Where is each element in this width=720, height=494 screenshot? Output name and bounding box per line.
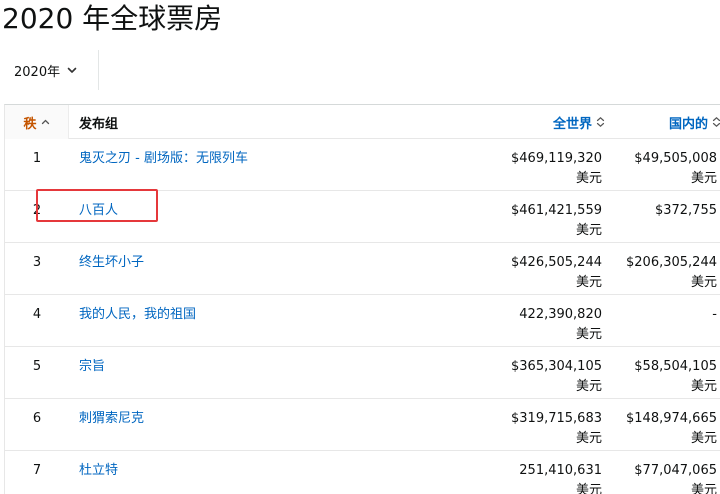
- domestic-column-header[interactable]: 国内的: [609, 105, 720, 139]
- currency-unit: 美元: [690, 379, 717, 394]
- year-dropdown-label: 2020年: [14, 64, 61, 80]
- table-row: 6 刺猬索尼克 $319,715,683 美元 $148,974,665 美元: [5, 399, 720, 451]
- release-title-link[interactable]: 杜立特: [79, 461, 118, 481]
- currency-unit: 美元: [575, 171, 602, 186]
- rank-cell: 2: [32, 203, 42, 218]
- worldwide-gross: $426,505,244: [511, 255, 602, 270]
- table-row: 7 杜立特 251,410,631 美元 $77,047,065 美元: [5, 451, 720, 494]
- box-office-table: 秩 发布组 全世界 国内的 1 鬼灭之刃 - 剧场版：无限列车 $469,119…: [4, 104, 720, 494]
- release-title-link[interactable]: 八百人: [79, 201, 118, 221]
- currency-unit: 美元: [690, 171, 717, 186]
- currency-unit: 美元: [575, 431, 602, 446]
- table-row: 1 鬼灭之刃 - 剧场版：无限列车 $469,119,320 美元 $49,50…: [5, 139, 720, 191]
- domestic-gross-cell: $206,305,244 美元: [609, 253, 717, 293]
- domestic-gross-cell: -: [609, 305, 717, 325]
- release-header-label: 发布组: [79, 116, 119, 132]
- domestic-gross: $372,755: [654, 203, 717, 218]
- worldwide-gross: 251,410,631: [519, 463, 602, 478]
- sort-icon: [712, 116, 720, 128]
- domestic-gross: $148,974,665: [626, 411, 717, 426]
- domestic-gross-cell: $58,504,105 美元: [609, 357, 717, 397]
- worldwide-gross-cell: 422,390,820 美元: [449, 305, 602, 345]
- rank-cell: 5: [32, 359, 42, 374]
- release-title-link[interactable]: 我的人民，我的祖国: [79, 305, 196, 325]
- currency-unit: 美元: [690, 275, 717, 290]
- worldwide-gross: $469,119,320: [511, 151, 602, 166]
- sort-icon: [596, 116, 605, 128]
- worldwide-gross: $461,421,559: [511, 203, 602, 218]
- worldwide-gross-cell: $469,119,320 美元: [449, 149, 602, 189]
- release-title-link[interactable]: 刺猬索尼克: [79, 409, 144, 429]
- rank-cell: 3: [32, 255, 42, 270]
- domestic-gross: -: [712, 307, 717, 322]
- table-row: 3 终生坏小子 $426,505,244 美元 $206,305,244 美元: [5, 243, 720, 295]
- table-row: 4 我的人民，我的祖国 422,390,820 美元 -: [5, 295, 720, 347]
- release-title-link[interactable]: 宗旨: [79, 357, 105, 377]
- domestic-gross: $49,505,008: [634, 151, 717, 166]
- table-header: 秩 发布组 全世界 国内的: [5, 105, 720, 139]
- release-title-link[interactable]: 终生坏小子: [79, 253, 144, 273]
- worldwide-gross-cell: 251,410,631 美元: [449, 461, 602, 494]
- currency-unit: 美元: [575, 327, 602, 342]
- domestic-gross-cell: $49,505,008 美元: [609, 149, 717, 189]
- release-title-link[interactable]: 鬼灭之刃 - 剧场版：无限列车: [79, 149, 248, 169]
- currency-unit: 美元: [575, 379, 602, 394]
- worldwide-gross-cell: $319,715,683 美元: [449, 409, 602, 449]
- worldwide-gross: $319,715,683: [511, 411, 602, 426]
- domestic-gross: $58,504,105: [634, 359, 717, 374]
- rank-cell: 7: [32, 463, 42, 478]
- currency-unit: 美元: [575, 275, 602, 290]
- currency-unit: 美元: [575, 483, 602, 494]
- release-column-header: 发布组: [69, 105, 449, 139]
- worldwide-gross-cell: $365,304,105 美元: [449, 357, 602, 397]
- currency-unit: 美元: [690, 431, 717, 446]
- rank-column-header[interactable]: 秩: [5, 105, 69, 139]
- chevron-down-icon: [66, 64, 78, 76]
- rank-cell: 1: [32, 151, 42, 166]
- worldwide-header-label: 全世界: [552, 116, 592, 132]
- year-dropdown[interactable]: 2020年: [4, 50, 98, 90]
- worldwide-gross: $365,304,105: [511, 359, 602, 374]
- domestic-gross-cell: $77,047,065 美元: [609, 461, 717, 494]
- table-row: 5 宗旨 $365,304,105 美元 $58,504,105 美元: [5, 347, 720, 399]
- domestic-gross-cell: $372,755: [609, 201, 717, 221]
- worldwide-gross-cell: $426,505,244 美元: [449, 253, 602, 293]
- domestic-gross-cell: $148,974,665 美元: [609, 409, 717, 449]
- rank-cell: 6: [32, 411, 42, 426]
- rank-cell: 4: [32, 307, 42, 322]
- dropdown-divider: [98, 50, 99, 90]
- worldwide-column-header[interactable]: 全世界: [449, 105, 609, 139]
- sort-ascending-icon: [41, 116, 50, 128]
- domestic-header-label: 国内的: [668, 116, 708, 132]
- domestic-gross: $206,305,244: [626, 255, 717, 270]
- rank-header-label: 秩: [23, 116, 37, 132]
- worldwide-gross-cell: $461,421,559 美元: [449, 201, 602, 241]
- currency-unit: 美元: [575, 223, 602, 238]
- currency-unit: 美元: [690, 483, 717, 494]
- domestic-gross: $77,047,065: [634, 463, 717, 478]
- page-title: 2020 年全球票房: [2, 2, 223, 35]
- table-row: 2 八百人 $461,421,559 美元 $372,755: [5, 191, 720, 243]
- worldwide-gross: 422,390,820: [519, 307, 602, 322]
